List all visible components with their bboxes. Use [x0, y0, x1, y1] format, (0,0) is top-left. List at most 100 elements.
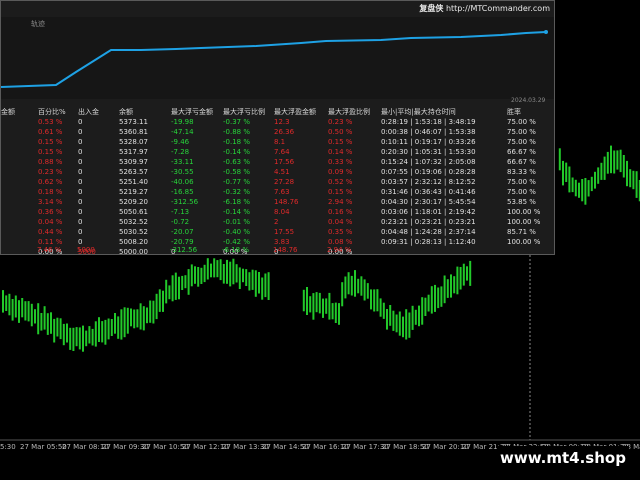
- candle: [37, 303, 40, 335]
- column-header: 最小|平均|最大持仓时间: [381, 107, 456, 116]
- summary-maxprofit: 148.76: [273, 246, 298, 254]
- table-cell-pct: 0.23 %: [38, 168, 63, 176]
- table-cell-maxprofit: 148.76: [274, 198, 299, 206]
- candle: [453, 276, 456, 294]
- table-cell-maxprofit: 8.1: [274, 138, 286, 146]
- table-cell-maxlosspct: -0.40 %: [223, 228, 250, 236]
- equity-endpoint: [544, 30, 548, 34]
- table-row: 0.04 % 0 5032.52 -0.72 -0.01 % 2 0.04 % 0:23:21…: [1, 217, 547, 227]
- brand-url[interactable]: http://MTCommander.com: [446, 4, 550, 13]
- candle: [456, 266, 459, 295]
- candle: [430, 286, 433, 314]
- candle: [251, 269, 254, 290]
- candle: [56, 317, 59, 337]
- table-cell-hold: 0:10:11 | 0:19:17 | 0:33:26: [381, 138, 476, 146]
- candle: [98, 317, 100, 342]
- candle: [574, 179, 577, 197]
- candle: [558, 148, 561, 171]
- candle: [200, 267, 203, 284]
- table-cell-pct: 0.36 %: [38, 208, 63, 216]
- equity-line: [1, 31, 547, 88]
- table-cell-win: 66.67 %: [507, 158, 536, 166]
- candle: [379, 298, 382, 317]
- candle: [107, 318, 110, 340]
- candle: [152, 300, 155, 324]
- table-cell-dep: 0: [78, 198, 83, 206]
- candle: [46, 313, 49, 335]
- table-cell-amt: [1, 117, 38, 127]
- table-cell-maxloss: -40.06: [171, 178, 194, 186]
- candle: [104, 319, 107, 345]
- table-cell-win: 75.00 %: [507, 138, 536, 146]
- table-row: 0.23 % 0 5263.57 -30.55 -0.58 % 4.51 0.09 % 0:0…: [1, 167, 547, 177]
- candle: [142, 306, 145, 331]
- table-cell-dep: 0: [78, 148, 83, 156]
- table-cell-win: 66.67 %: [507, 148, 536, 156]
- table-cell-win: 100.00 %: [507, 238, 541, 246]
- table-cell-dep: 0: [78, 118, 83, 126]
- table-cell-win: 100.00 %: [507, 218, 541, 226]
- candle: [360, 276, 363, 296]
- candle: [149, 300, 152, 323]
- candle: [635, 171, 638, 198]
- table-cell-amt: [1, 197, 38, 207]
- candle: [421, 297, 424, 325]
- table-cell-maxlosspct: -0.77 %: [223, 178, 250, 186]
- candle: [30, 303, 33, 327]
- candle: [130, 308, 132, 327]
- candle: [162, 290, 164, 312]
- candle: [146, 307, 148, 324]
- column-header: 出入金: [78, 107, 99, 116]
- candle: [386, 309, 388, 330]
- candle: [434, 284, 436, 312]
- candle: [354, 270, 356, 297]
- candle: [238, 267, 241, 289]
- table-cell-maxlosspct: -0.01 %: [223, 218, 250, 226]
- candle: [123, 307, 126, 338]
- table-cell-dep: 0: [78, 228, 83, 236]
- candle: [24, 301, 27, 321]
- candle: [616, 150, 619, 170]
- table-cell-pct: 0.62 %: [38, 178, 63, 186]
- candle: [600, 162, 603, 180]
- candle: [235, 264, 238, 283]
- candle: [325, 298, 328, 314]
- table-cell-maxlosspct: -0.88 %: [223, 128, 250, 136]
- table-cell-maxprofitpct: 0.23 %: [328, 118, 353, 126]
- candle: [402, 316, 404, 338]
- candle: [245, 269, 248, 286]
- table-cell-bal: 5263.57: [119, 168, 148, 176]
- table-cell-pct: 0.44 %: [38, 228, 63, 236]
- table-cell-hold: 0:20:30 | 1:05:31 | 1:53:30: [381, 148, 476, 156]
- table-cell-hold: 0:07:55 | 0:19:06 | 0:28:28: [381, 168, 476, 176]
- table-cell-hold: 0:03:57 | 2:32:12 | 8:12:52: [381, 178, 476, 186]
- candle: [187, 269, 190, 295]
- candle: [427, 294, 430, 312]
- brand-label[interactable]: 复盘侠 http://MTCommander.com: [419, 3, 550, 14]
- table-cell-maxloss: -33.11: [171, 158, 194, 166]
- table-cell-hold: 0:15:24 | 1:07:32 | 2:05:08: [381, 158, 476, 166]
- table-cell-win: 75.00 %: [507, 128, 536, 136]
- curve-label: 轨迹: [31, 20, 45, 28]
- candle: [78, 327, 81, 350]
- table-cell-win: 75.00 %: [507, 178, 536, 186]
- table-cell-bal: 5309.97: [119, 158, 148, 166]
- candle: [571, 177, 574, 193]
- table-cell-maxprofit: 2: [274, 218, 279, 226]
- candle: [350, 275, 353, 296]
- table-cell-maxprofit: 7.63: [274, 188, 290, 196]
- table-cell-bal: 5251.40: [119, 178, 148, 186]
- table-cell-amt: [1, 247, 38, 257]
- summary-maxloss-pct: -6.18 %: [222, 246, 249, 254]
- table-cell-amt: [1, 227, 38, 237]
- table-cell-maxprofitpct: 0.09 %: [328, 168, 353, 176]
- candle: [581, 179, 584, 202]
- table-cell-amt: [1, 157, 38, 167]
- table-cell-pct: 0.15 %: [38, 138, 63, 146]
- table-cell-hold: 0:23:21 | 0:23:21 | 0:23:21: [381, 218, 476, 226]
- table-cell-maxprofitpct: 2.94 %: [328, 198, 353, 206]
- candle: [414, 309, 417, 325]
- candle: [610, 145, 612, 174]
- table-cell-dep: 0: [78, 218, 83, 226]
- candle: [210, 263, 212, 278]
